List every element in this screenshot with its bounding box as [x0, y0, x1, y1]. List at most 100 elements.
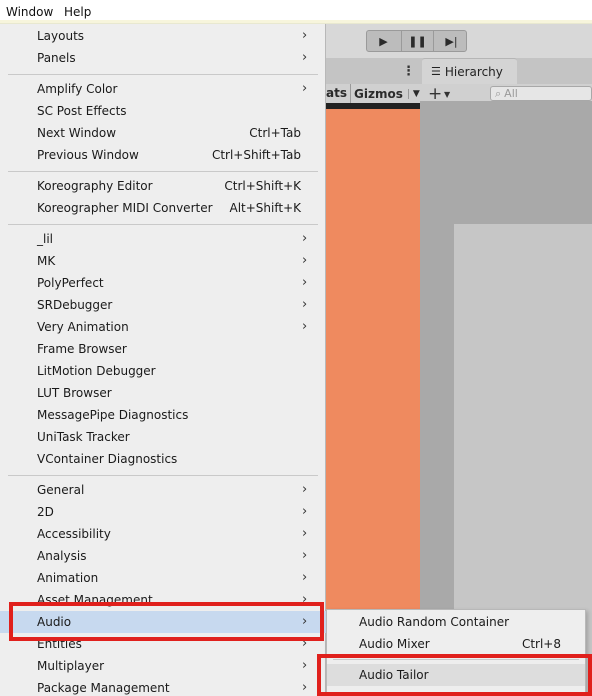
menu-item-messagepipe-diagnostics[interactable]: MessagePipe Diagnostics [0, 404, 326, 426]
menu-item-multiplayer[interactable]: Multiplayer › [0, 655, 326, 677]
menu-item-label: Panels [37, 51, 76, 65]
gizmos-button[interactable]: Gizmos ▼ [350, 84, 420, 103]
chevron-down-icon[interactable]: ▼ [407, 88, 420, 99]
menu-item-label: Animation [37, 571, 99, 585]
menu-separator [8, 171, 318, 172]
pause-button[interactable]: ❚❚ [401, 31, 434, 51]
menu-item-frame-browser[interactable]: Frame Browser [0, 338, 326, 360]
menu-item-litmotion-debugger[interactable]: LitMotion Debugger [0, 360, 326, 382]
chevron-right-icon: › [302, 504, 308, 519]
menu-item-label: MK [37, 254, 56, 268]
audio-tailor-highlight-box [317, 654, 592, 696]
pause-icon: ❚❚ [408, 34, 427, 48]
scene-view[interactable] [326, 109, 420, 696]
chevron-right-icon: › [302, 297, 308, 312]
menu-item-label: 2D [37, 505, 54, 519]
menu-item-koreography-editor[interactable]: Koreography Editor Ctrl+Shift+K [0, 175, 326, 197]
hierarchy-panel[interactable] [420, 101, 592, 224]
menu-item-label: Frame Browser [37, 342, 127, 356]
list-icon: ☰ [431, 65, 441, 78]
step-icon: ▶| [445, 34, 458, 48]
menu-item-very-animation[interactable]: Very Animation › [0, 316, 326, 338]
menu-item-shortcut: Ctrl+8 [521, 637, 561, 651]
play-button[interactable]: ▶ [367, 31, 400, 51]
menu-item-shortcut: Ctrl+Tab [249, 126, 301, 140]
tab-hierarchy[interactable]: ☰ Hierarchy [422, 58, 517, 84]
chevron-right-icon: › [302, 658, 308, 673]
menu-item-label: Layouts [37, 29, 85, 43]
chevron-right-icon: › [302, 81, 308, 96]
menu-item-analysis[interactable]: Analysis › [0, 545, 326, 567]
menu-item-label: Audio Random Container [359, 615, 510, 629]
tab-hierarchy-label: Hierarchy [444, 64, 503, 79]
menu-item-label: Analysis [37, 549, 87, 563]
chevron-right-icon: › [302, 231, 308, 246]
play-icon: ▶ [379, 34, 388, 48]
menu-item-audio-random-container[interactable]: Audio Random Container [327, 611, 585, 633]
step-button[interactable]: ▶| [435, 31, 468, 51]
menu-bar: Window Help [0, 0, 592, 24]
chevron-right-icon: › [302, 526, 308, 541]
search-icon: ⌕ [495, 86, 502, 100]
menu-window[interactable]: Window [6, 5, 53, 19]
menu-item-srdebugger[interactable]: SRDebugger › [0, 294, 326, 316]
menu-item-next-window[interactable]: Next Window Ctrl+Tab [0, 122, 326, 144]
chevron-right-icon: › [302, 680, 308, 695]
more-options-icon[interactable]: ⋮ [402, 64, 415, 79]
menu-item-2d[interactable]: 2D › [0, 501, 326, 523]
search-placeholder: All [504, 87, 518, 100]
menu-item-label: Accessibility [37, 527, 111, 541]
menu-item-panels[interactable]: Panels › [0, 47, 326, 69]
menu-item-label: Next Window [37, 126, 117, 140]
menu-item-sc-post-effects[interactable]: SC Post Effects [0, 100, 326, 122]
menu-item-label: Previous Window [37, 148, 139, 162]
menu-item-shortcut: Alt+Shift+K [229, 201, 301, 215]
menu-item-label: Package Management [37, 681, 170, 695]
chevron-right-icon: › [302, 548, 308, 563]
menu-item-label: Audio Mixer [359, 637, 430, 651]
menu-item-polyperfect[interactable]: PolyPerfect › [0, 272, 326, 294]
window-menu: Layouts › Panels › Amplify Color › SC Po… [0, 24, 326, 696]
menu-item-label: Koreographer MIDI Converter [37, 201, 213, 215]
hierarchy-search-input[interactable]: ⌕ All [490, 86, 592, 101]
menu-item-label: Koreography Editor [37, 179, 153, 193]
menu-item-label: Multiplayer [37, 659, 105, 673]
menu-item-animation[interactable]: Animation › [0, 567, 326, 589]
menu-item-label: Amplify Color [37, 82, 118, 96]
chevron-right-icon: › [302, 28, 308, 43]
chevron-right-icon: › [302, 50, 308, 65]
menu-item-amplify-color[interactable]: Amplify Color › [0, 78, 326, 100]
playback-controls: ▶ ❚❚ ▶| [366, 30, 467, 52]
menu-item-general[interactable]: General › [0, 479, 326, 501]
menu-separator [8, 224, 318, 225]
menu-item-koreographer-midi-converter[interactable]: Koreographer MIDI Converter Alt+Shift+K [0, 197, 326, 219]
menu-separator [8, 475, 318, 476]
menu-item-label: UniTask Tracker [37, 430, 130, 444]
menu-item-label: LitMotion Debugger [37, 364, 156, 378]
stats-button[interactable]: ats [326, 86, 347, 100]
menu-item-unitask-tracker[interactable]: UniTask Tracker [0, 426, 326, 448]
menu-item-label: Very Animation [37, 320, 129, 334]
chevron-right-icon: › [302, 482, 308, 497]
menu-item-label: SRDebugger [37, 298, 113, 312]
menu-item-audio-mixer[interactable]: Audio Mixer Ctrl+8 [327, 633, 585, 655]
menu-item-vcontainer-diagnostics[interactable]: VContainer Diagnostics [0, 448, 326, 470]
menu-item-lut-browser[interactable]: LUT Browser [0, 382, 326, 404]
menu-item-label: VContainer Diagnostics [37, 452, 178, 466]
menu-item-mk[interactable]: MK › [0, 250, 326, 272]
chevron-right-icon: › [302, 253, 308, 268]
menu-separator [8, 74, 318, 75]
chevron-down-icon[interactable]: ▼ [444, 90, 450, 99]
menu-item-lil[interactable]: _lil › [0, 228, 326, 250]
menu-help[interactable]: Help [64, 5, 91, 19]
menu-item-label: SC Post Effects [37, 104, 127, 118]
audio-highlight-box [9, 602, 324, 641]
menu-item-package-management[interactable]: Package Management › [0, 677, 326, 696]
menu-item-accessibility[interactable]: Accessibility › [0, 523, 326, 545]
menu-item-previous-window[interactable]: Previous Window Ctrl+Shift+Tab [0, 144, 326, 166]
chevron-right-icon: › [302, 570, 308, 585]
menu-item-layouts[interactable]: Layouts › [0, 25, 326, 47]
menu-item-shortcut: Ctrl+Shift+Tab [211, 148, 301, 162]
menu-item-shortcut: Ctrl+Shift+K [224, 179, 301, 193]
menu-bar-divider [0, 20, 592, 23]
